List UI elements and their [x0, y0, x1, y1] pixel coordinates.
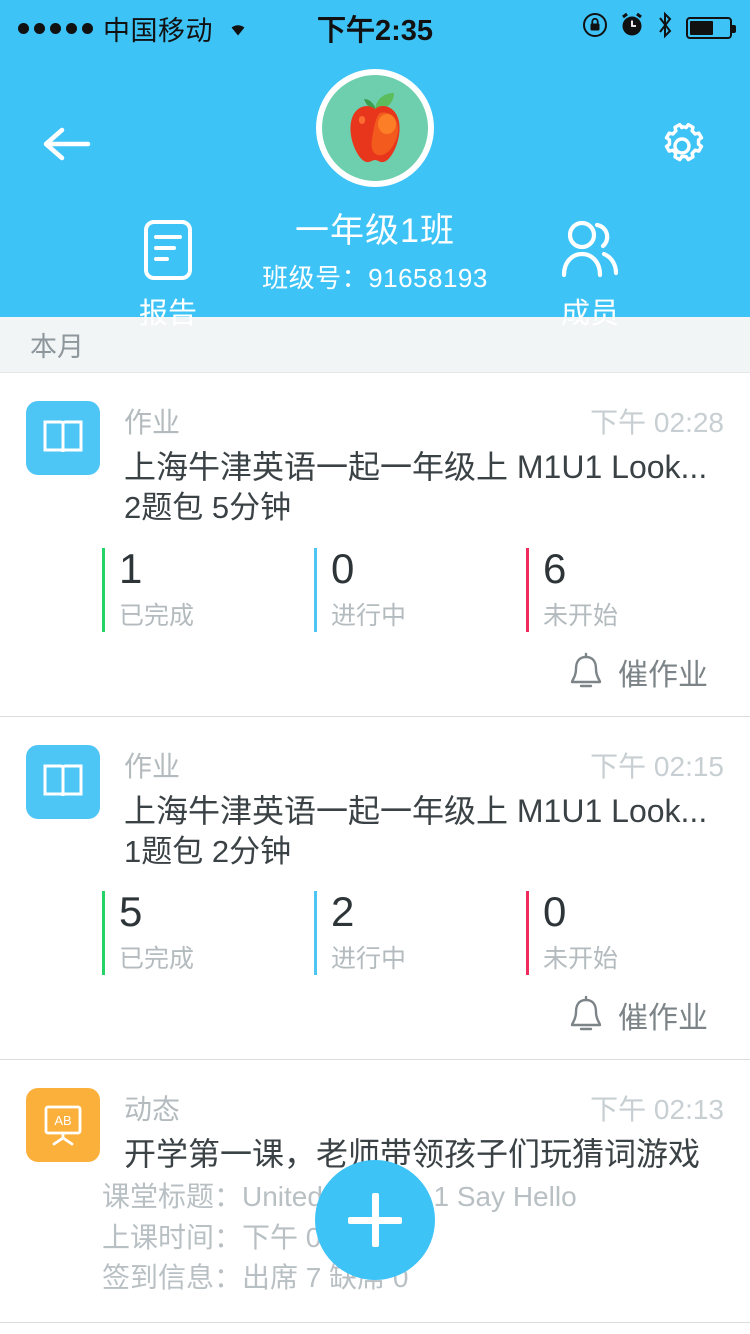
card-title: 上海牛津英语一起一年级上 M1U1 Look...	[124, 792, 708, 829]
stat-not-started: 6 未开始	[526, 544, 738, 632]
report-button-label: 报告	[138, 298, 197, 330]
report-document-icon	[144, 220, 192, 280]
stat-label: 进行中	[331, 945, 407, 974]
urge-homework-label: 催作业	[618, 658, 708, 692]
feed-item-homework-1[interactable]: 作业 下午 02:28 上海牛津英语一起一年级上 M1U1 Look... 2题…	[0, 373, 750, 717]
apple-avatar-icon	[316, 69, 434, 187]
book-icon	[26, 744, 100, 819]
members-button-label: 成员	[560, 298, 619, 330]
card-body: 作业 下午 02:28 上海牛津英语一起一年级上 M1U1 Look... 2题…	[124, 401, 724, 528]
card-title: 上海牛津英语一起一年级上 M1U1 Look...	[124, 449, 708, 485]
card-kind-label: 动态	[124, 1094, 181, 1126]
class-header: 一年级1班 班级号：91658193 报告 成员	[0, 56, 750, 330]
rotation-lock-icon	[582, 12, 608, 45]
stat-value: 1	[119, 544, 143, 592]
stat-not-started: 0 未开始	[526, 888, 738, 976]
carrier-label: 中国移动	[103, 15, 213, 46]
card-top: 作业 下午 02:28 上海牛津英语一起一年级上 M1U1 Look... 2题…	[26, 401, 724, 528]
status-bar: 中国移动 下午2:35	[0, 0, 750, 56]
stat-label: 未开始	[543, 601, 619, 630]
urge-homework-button[interactable]: 催作业	[26, 632, 724, 716]
card-kind-label: 作业	[124, 750, 181, 782]
status-bar-right	[582, 11, 736, 46]
stat-completed: 1 已完成	[102, 544, 314, 632]
signal-strength-dots	[18, 22, 93, 34]
feed-item-homework-2[interactable]: 作业 下午 02:15 上海牛津英语一起一年级上 M1U1 Look... 1题…	[0, 716, 750, 1061]
card-body: 作业 下午 02:15 上海牛津英语一起一年级上 M1U1 Look... 1题…	[124, 745, 724, 872]
stat-value: 5	[119, 888, 143, 936]
wifi-icon	[223, 13, 253, 44]
urge-homework-label: 催作业	[618, 1002, 708, 1036]
homework-stats: 5 已完成 2 进行中 0 未开始	[26, 888, 724, 976]
stat-completed: 5 已完成	[102, 888, 314, 976]
stat-in-progress: 2 进行中	[314, 888, 526, 976]
book-icon	[26, 401, 100, 475]
homework-stats: 1 已完成 0 进行中 6 未开始	[26, 544, 724, 632]
report-button[interactable]: 报告	[88, 218, 248, 332]
stat-value: 6	[543, 544, 567, 592]
plus-icon-vertical	[371, 1193, 379, 1247]
section-header-label: 本月	[30, 332, 84, 362]
gear-icon	[664, 122, 704, 162]
blackboard-ab-icon: AB	[26, 1088, 100, 1163]
urge-homework-button[interactable]: 催作业	[26, 975, 724, 1059]
class-avatar[interactable]	[316, 69, 434, 187]
card-time: 下午 02:13	[590, 1094, 724, 1126]
card-time: 下午 02:28	[590, 407, 724, 438]
stat-value: 2	[331, 888, 355, 936]
stat-label: 未开始	[543, 945, 619, 974]
stat-value: 0	[543, 888, 567, 936]
members-button[interactable]: 成员	[510, 218, 670, 332]
svg-text:AB: AB	[54, 1113, 71, 1128]
app-screen: 中国移动 下午2:35 一年级1班 班级号：91658193 报告 成员 本月 …	[0, 0, 750, 1334]
card-meta: 作业 下午 02:28	[124, 401, 724, 441]
card-body: 动态 下午 02:13 开学第一课，老师带领孩子们玩猜词游戏	[124, 1088, 724, 1175]
members-people-icon	[561, 220, 619, 278]
add-button[interactable]	[315, 1160, 435, 1280]
stat-label: 已完成	[119, 601, 195, 630]
battery-icon	[686, 17, 736, 39]
card-top: 作业 下午 02:15 上海牛津英语一起一年级上 M1U1 Look... 1题…	[26, 744, 724, 872]
card-title: 开学第一课，老师带领孩子们玩猜词游戏	[124, 1136, 701, 1173]
stat-value: 0	[331, 544, 355, 592]
card-subtitle: 1题包 2分钟	[124, 833, 292, 869]
settings-button[interactable]	[654, 118, 710, 179]
card-meta: 作业 下午 02:15	[124, 745, 724, 785]
bluetooth-icon	[656, 11, 674, 46]
status-bar-left: 中国移动	[18, 9, 253, 48]
stat-label: 进行中	[331, 601, 407, 630]
card-time: 下午 02:15	[590, 750, 724, 782]
card-subtitle: 2题包 5分钟	[124, 489, 292, 525]
stat-in-progress: 0 进行中	[314, 544, 526, 632]
back-button[interactable]	[40, 124, 92, 169]
card-kind-label: 作业	[124, 407, 181, 438]
bell-icon	[570, 996, 602, 1031]
stat-label: 已完成	[119, 945, 195, 974]
alarm-clock-icon	[620, 12, 644, 45]
card-meta: 动态 下午 02:13	[124, 1088, 724, 1128]
bell-icon	[570, 652, 602, 687]
back-arrow-icon	[43, 127, 91, 161]
